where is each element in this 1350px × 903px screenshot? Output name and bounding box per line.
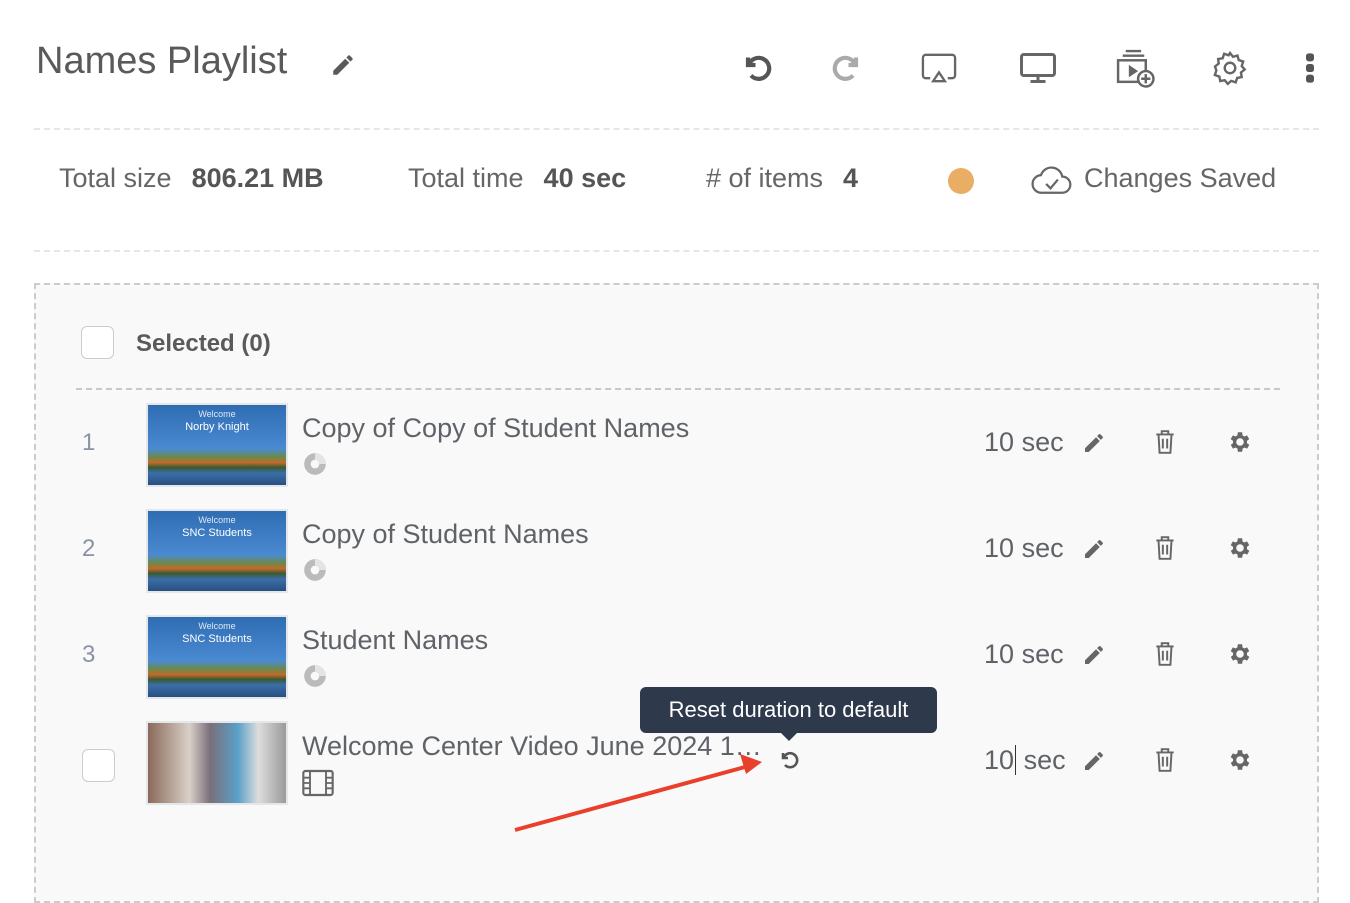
selected-count: Selected (0) — [136, 330, 271, 357]
undo-button[interactable] — [737, 48, 777, 88]
item-thumbnail[interactable]: Welcome Norby Knight — [146, 403, 288, 487]
gear-icon — [1213, 50, 1247, 86]
divider — [34, 128, 1319, 130]
item-thumbnail[interactable]: Welcome SNC Students — [146, 509, 288, 593]
preview-button[interactable] — [1018, 48, 1058, 88]
pencil-icon[interactable] — [1082, 431, 1106, 455]
page-title: Names Playlist — [36, 40, 288, 82]
save-status: Changes Saved — [1084, 163, 1277, 193]
item-thumbnail[interactable] — [146, 721, 288, 805]
reset-icon[interactable] — [778, 749, 802, 773]
item-name: Copy of Copy of Student Names — [302, 413, 690, 443]
gear-icon[interactable] — [1227, 535, 1253, 561]
video-icon — [302, 769, 334, 797]
redo-button[interactable] — [827, 48, 867, 88]
total-time: Total time 40 sec — [408, 163, 627, 193]
app-icon — [304, 453, 326, 475]
pencil-icon[interactable] — [1082, 749, 1106, 773]
item-index: 2 — [82, 535, 96, 562]
select-all-checkbox[interactable] — [81, 326, 114, 359]
item-index: 1 — [82, 429, 96, 456]
add-media-button[interactable] — [1115, 48, 1155, 88]
airplay-icon — [921, 53, 957, 83]
playlist-item[interactable]: 2 Welcome SNC Students Copy of Student Name… — [36, 509, 1321, 593]
status-dot — [948, 168, 974, 194]
monitor-icon — [1020, 53, 1056, 83]
divider — [34, 250, 1319, 252]
playlist-add-icon — [1116, 49, 1155, 88]
item-duration[interactable]: 10 sec — [984, 533, 1064, 564]
tooltip: Reset duration to default — [640, 687, 937, 741]
trash-icon[interactable] — [1154, 535, 1176, 561]
item-duration[interactable]: 10 sec — [984, 427, 1064, 458]
item-name: Welcome Center Video June 2024 1… — [302, 731, 762, 761]
more-button[interactable] — [1290, 48, 1330, 88]
playlist-item[interactable]: Welcome Center Video June 2024 1… 10 sec — [36, 721, 1321, 805]
pencil-icon[interactable] — [330, 52, 356, 78]
undo-icon — [745, 55, 772, 81]
item-count: # of items 4 — [706, 163, 859, 193]
item-index: 3 — [82, 641, 96, 668]
total-size: Total size 806.21 MB — [59, 163, 324, 193]
gear-icon[interactable] — [1227, 641, 1253, 667]
pencil-icon[interactable] — [1082, 643, 1106, 667]
cloud-check-icon — [1031, 166, 1072, 194]
item-checkbox[interactable] — [82, 749, 115, 782]
item-duration[interactable]: 10 sec — [984, 639, 1064, 670]
settings-button[interactable] — [1210, 48, 1250, 88]
item-name: Student Names — [302, 625, 489, 655]
pencil-icon[interactable] — [1082, 537, 1106, 561]
cast-button[interactable] — [919, 48, 959, 88]
playlist-item[interactable]: 1 Welcome Norby Knight Copy of Copy of Stud… — [36, 403, 1321, 487]
redo-icon — [832, 55, 859, 81]
item-thumbnail[interactable]: Welcome SNC Students — [146, 615, 288, 699]
gear-icon[interactable] — [1227, 747, 1253, 773]
app-icon — [304, 559, 326, 581]
app-icon — [304, 665, 326, 687]
gear-icon[interactable] — [1227, 429, 1253, 455]
item-duration[interactable]: 10 sec — [984, 745, 1066, 776]
trash-icon[interactable] — [1154, 747, 1176, 773]
more-vertical-icon — [1306, 53, 1314, 83]
playlist-panel: Selected (0) 1 Welcome Norby Knight Copy of… — [34, 283, 1319, 903]
divider — [76, 388, 1280, 390]
trash-icon[interactable] — [1154, 641, 1176, 667]
trash-icon[interactable] — [1154, 429, 1176, 455]
item-name: Copy of Student Names — [302, 519, 589, 549]
